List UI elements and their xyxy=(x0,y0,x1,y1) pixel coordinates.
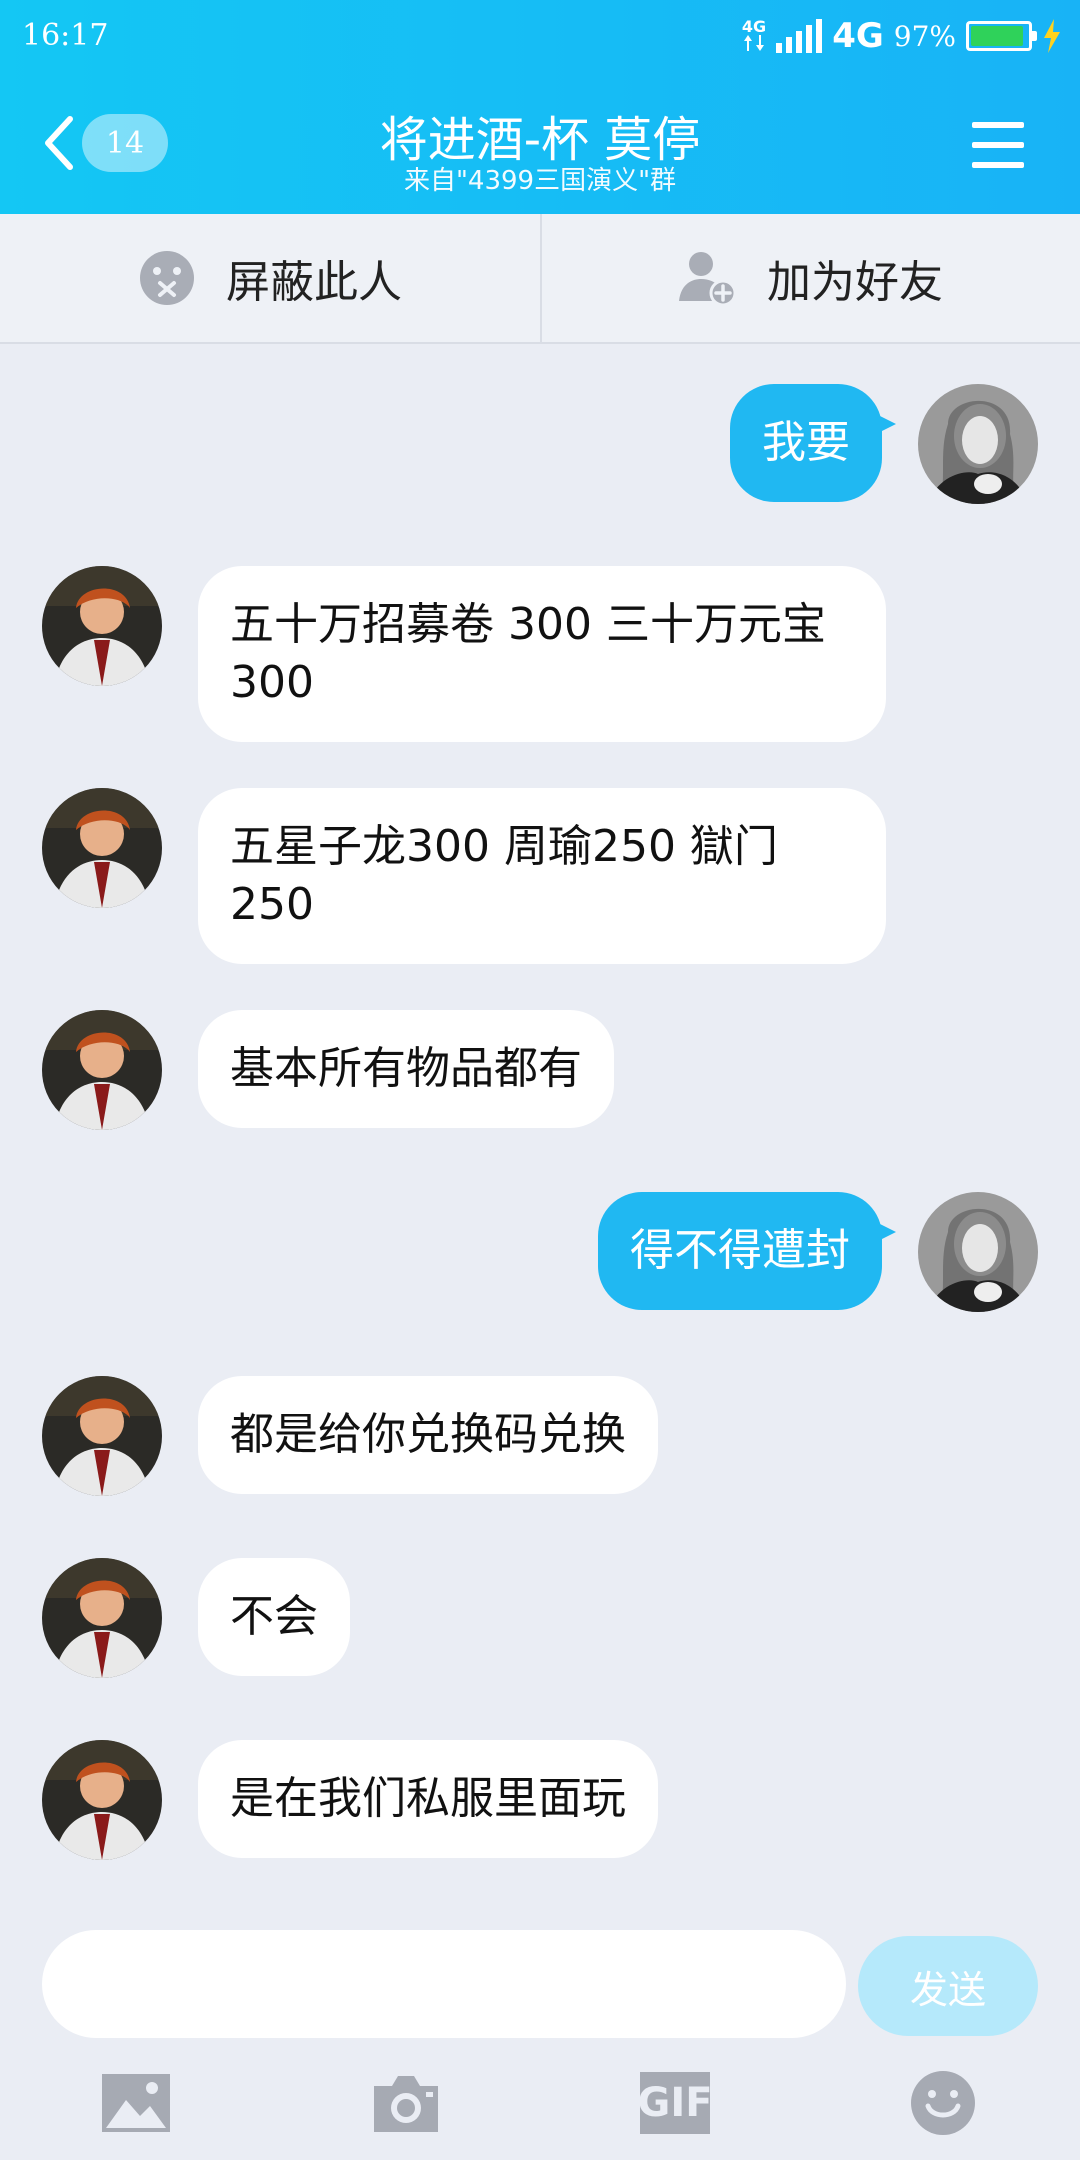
block-user-button[interactable]: 屏蔽此人 xyxy=(0,214,540,342)
sender-avatar[interactable] xyxy=(42,566,162,686)
battery-percent: 97% xyxy=(893,19,956,53)
sender-avatar[interactable] xyxy=(42,1010,162,1130)
message-row: 五星子龙300 周瑜250 獄门 250 xyxy=(42,788,886,964)
menu-icon[interactable] xyxy=(972,122,1024,168)
network-type-small: 4G xyxy=(742,18,766,54)
charging-bolt-icon xyxy=(1044,19,1060,53)
message-bubble[interactable]: 五十万招募卷 300 三十万元宝 300 xyxy=(198,566,886,742)
message-bubble[interactable]: 是在我们私服里面玩 xyxy=(198,1740,658,1858)
message-bubble[interactable]: 基本所有物品都有 xyxy=(198,1010,614,1128)
add-friend-icon xyxy=(679,252,737,307)
network-type: 4G xyxy=(832,16,884,56)
block-user-label: 屏蔽此人 xyxy=(226,257,402,308)
action-bar: 屏蔽此人 加为好友 xyxy=(0,214,1080,344)
emoji-icon[interactable] xyxy=(910,2070,976,2136)
data-arrows-icon xyxy=(744,34,765,51)
sender-avatar[interactable] xyxy=(42,788,162,908)
sender-avatar[interactable] xyxy=(42,1740,162,1860)
message-row: 我要 xyxy=(730,384,1038,504)
block-face-icon xyxy=(140,251,194,305)
chat-subtitle: 来自"4399三国演义"群 xyxy=(403,166,677,196)
my-avatar[interactable] xyxy=(918,384,1038,504)
chat-header: 16:17 4G 4G 97% 14 将进酒-杯 莫停 来自"4399三国演义"… xyxy=(0,0,1080,214)
status-bar: 16:17 4G 4G 97% xyxy=(0,0,1080,72)
battery-icon xyxy=(966,21,1037,51)
gif-icon[interactable]: GIF xyxy=(637,2072,713,2134)
signal-strength-icon xyxy=(776,19,823,53)
message-bubble[interactable]: 不会 xyxy=(198,1558,350,1676)
message-input[interactable] xyxy=(42,1930,846,2038)
message-row: 都是给你兑换码兑换 xyxy=(42,1376,658,1496)
compose-bar: 发送 xyxy=(0,1920,1080,2050)
add-friend-button[interactable]: 加为好友 xyxy=(540,214,1080,342)
message-row: 基本所有物品都有 xyxy=(42,1010,614,1130)
message-row: 不会 xyxy=(42,1558,350,1678)
message-bubble[interactable]: 五星子龙300 周瑜250 獄门 250 xyxy=(198,788,886,964)
message-row: 五十万招募卷 300 三十万元宝 300 xyxy=(42,566,886,742)
status-time: 16:17 xyxy=(22,18,109,53)
sender-avatar[interactable] xyxy=(42,1376,162,1496)
status-icons: 4G 4G 97% xyxy=(742,14,1062,58)
sender-avatar[interactable] xyxy=(42,1558,162,1678)
message-row: 得不得遭封 xyxy=(598,1192,1038,1312)
message-bubble[interactable]: 我要 xyxy=(730,384,896,502)
message-bubble[interactable]: 得不得遭封 xyxy=(598,1192,896,1310)
send-button[interactable]: 发送 xyxy=(858,1936,1038,2036)
my-avatar[interactable] xyxy=(918,1192,1038,1312)
input-toolbar: GIF xyxy=(0,2050,1080,2160)
message-row: 是在我们私服里面玩 xyxy=(42,1740,658,1860)
camera-icon[interactable] xyxy=(370,2070,442,2136)
message-bubble[interactable]: 都是给你兑换码兑换 xyxy=(198,1376,658,1494)
add-friend-label: 加为好友 xyxy=(767,257,943,308)
image-icon[interactable] xyxy=(100,2070,172,2136)
